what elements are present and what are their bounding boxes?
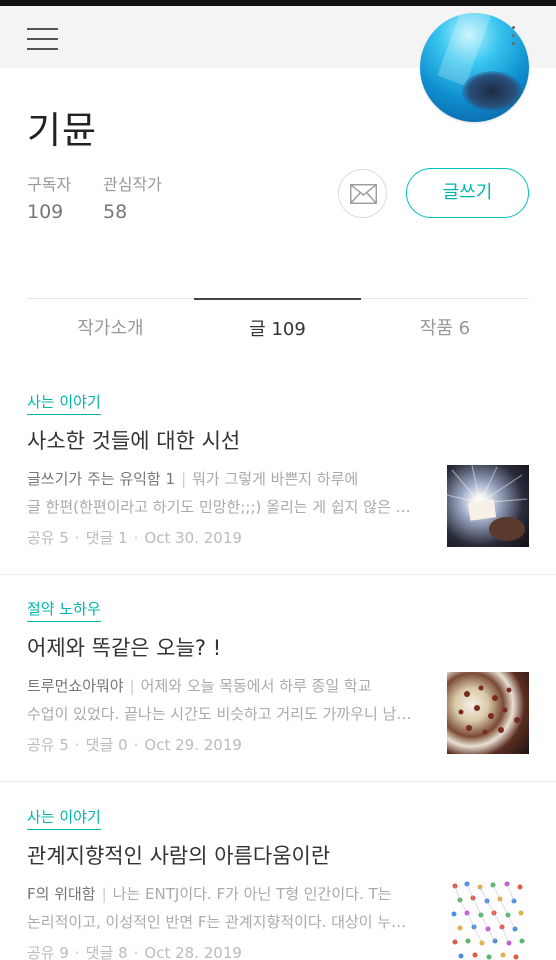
post-subtitle: 트루먼쇼아뭐야	[27, 677, 124, 695]
post-thumbnail[interactable]	[446, 464, 529, 547]
post-date: Oct 30. 2019	[144, 529, 242, 547]
post-title[interactable]: 관계지향적인 사람의 아름다움이란	[27, 840, 330, 870]
watching-label: 관심작가	[103, 175, 162, 194]
subscribers-label: 구독자	[27, 175, 72, 194]
post-excerpt-line: 수업이 있었다. 끝나는 시간도 비슷하고 거리도 가까우니 남…	[27, 705, 412, 723]
menu-icon[interactable]	[27, 28, 58, 54]
post-subtitle: F의 위대함	[27, 885, 96, 903]
divider	[0, 574, 556, 575]
comment-count: 댓글 8	[85, 944, 128, 960]
comment-count: 댓글 0	[85, 736, 128, 754]
tab-posts[interactable]: 글 109	[194, 298, 361, 358]
watching-count: 58	[103, 201, 128, 223]
profile-tabs: 작가소개 글 109 작품 6	[27, 298, 529, 358]
post-thumbnail[interactable]	[447, 672, 529, 754]
share-count: 공유 5	[27, 529, 69, 547]
author-name: 기뮨	[27, 109, 98, 152]
post-date: Oct 28. 2019	[144, 944, 242, 960]
post-excerpt: 트루먼쇼아뭐야 | 어제와 오늘 목동에서 하루 종일 학교 수업이 있었다. 끝나…	[27, 672, 427, 728]
post-excerpt-line: 뭐가 그렇게 바쁜지 하루에	[192, 470, 359, 488]
mail-icon	[350, 184, 377, 204]
more-options-icon[interactable]	[512, 26, 516, 52]
post-excerpt-line: 나는 ENTJ이다. F가 아닌 T형 인간이다. T는	[112, 885, 392, 903]
divider	[0, 781, 556, 782]
post-date: Oct 29. 2019	[144, 736, 242, 754]
post-subtitle: 글쓰기가 주는 유익함 1	[27, 470, 176, 488]
post-title[interactable]: 어제와 똑같은 오늘? !	[27, 632, 221, 662]
subscribers-stat[interactable]: 구독자 109	[27, 171, 71, 223]
tab-works[interactable]: 작품 6	[361, 299, 529, 359]
tab-author-intro[interactable]: 작가소개	[27, 299, 194, 359]
post-excerpt: 글쓰기가 주는 유익함 1 | 뭐가 그렇게 바쁜지 하루에 글 한편(한편이라고 …	[27, 465, 427, 521]
message-button[interactable]	[338, 169, 387, 218]
watching-stat[interactable]: 관심작가 58	[103, 171, 162, 223]
share-count: 공유 5	[27, 736, 69, 754]
subscribers-count: 109	[27, 201, 64, 223]
write-button[interactable]: 글쓰기	[406, 168, 529, 218]
post-meta: 공유 9 · 댓글 8 · Oct 28. 2019	[27, 944, 242, 960]
post-meta: 공유 5 · 댓글 1 · Oct 30. 2019	[27, 529, 242, 547]
post-thumbnail[interactable]	[447, 880, 529, 960]
post-category[interactable]: 사는 이야기	[27, 806, 101, 830]
post-title[interactable]: 사소한 것들에 대한 시선	[27, 425, 240, 455]
post-excerpt: F의 위대함 | 나는 ENTJ이다. F가 아닌 T형 인간이다. T는 논리적이…	[27, 880, 427, 936]
post-excerpt-line: 어제와 오늘 목동에서 하루 종일 학교	[140, 677, 372, 695]
comment-count: 댓글 1	[85, 529, 128, 547]
share-count: 공유 9	[27, 944, 69, 960]
post-excerpt-line: 글 한편(한편이라고 하기도 민망한;;;) 올리는 게 쉽지 않은 …	[27, 498, 411, 516]
post-excerpt-line: 논리적이고, 이성적인 반면 F는 관계지향적이다. 대상이 누…	[27, 913, 407, 931]
post-meta: 공유 5 · 댓글 0 · Oct 29. 2019	[27, 736, 242, 754]
post-category[interactable]: 사는 이야기	[27, 391, 101, 415]
post-category[interactable]: 절약 노하우	[27, 598, 101, 622]
